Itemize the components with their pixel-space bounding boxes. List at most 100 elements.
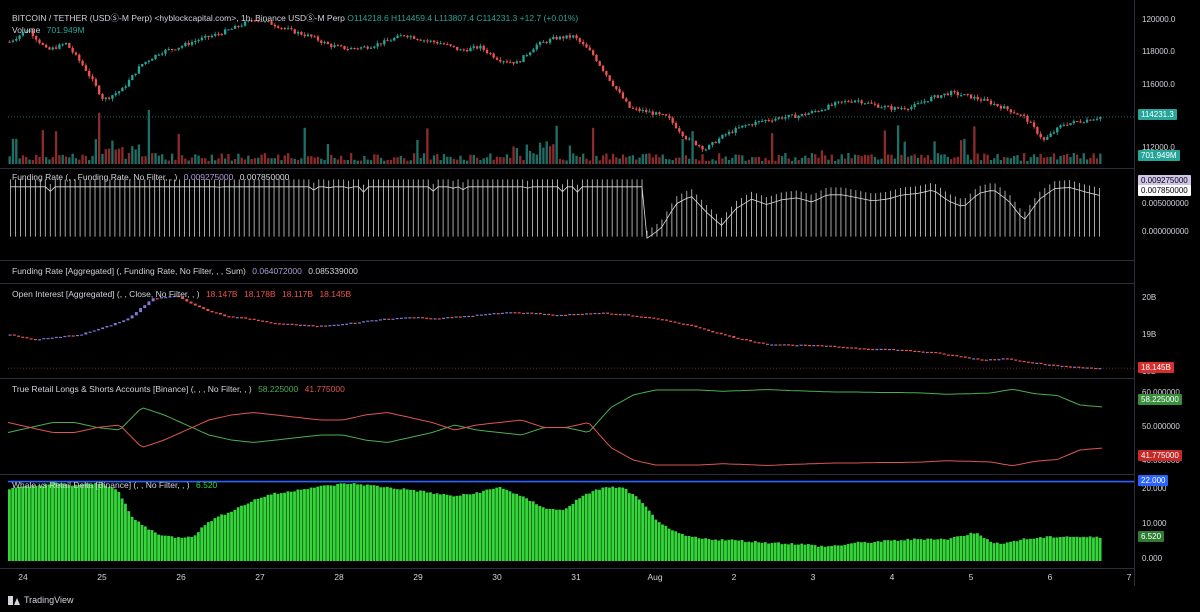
candle-body xyxy=(940,95,943,98)
volume-bar xyxy=(631,155,635,164)
delta-bar xyxy=(684,535,688,561)
delta-label[interactable]: Whale vs Retail Delta [Binance] (, , No … xyxy=(12,480,190,490)
candle-body xyxy=(890,106,893,110)
volume-bar xyxy=(439,160,442,164)
volume-bar xyxy=(151,153,154,164)
open-interest-candle xyxy=(736,337,740,340)
open-interest-candle xyxy=(370,320,374,322)
candle-body xyxy=(35,36,38,40)
volume-bar xyxy=(598,160,601,164)
candle-body xyxy=(959,95,963,97)
candle-body xyxy=(446,44,449,46)
funding-rate-label[interactable]: Funding Rate (, , Funding Rate, No Filte… xyxy=(12,172,177,182)
volume-bar xyxy=(578,156,582,164)
candle-body xyxy=(588,47,591,51)
delta-bar xyxy=(624,488,628,561)
delta-bar xyxy=(412,490,416,561)
retail-label[interactable]: True Retail Longs & Shorts Accounts [Bin… xyxy=(12,384,252,394)
volume-bar xyxy=(502,157,505,164)
delta-bar xyxy=(41,485,44,561)
candle-body xyxy=(495,57,499,60)
candle-body xyxy=(144,61,147,64)
delta-bar xyxy=(256,498,260,561)
delta-bar xyxy=(720,539,724,561)
volume-bar xyxy=(810,153,814,164)
volume-bar xyxy=(595,155,598,164)
candle-body xyxy=(58,44,61,49)
candle-body xyxy=(993,103,996,105)
price-axis-border xyxy=(1134,0,1135,586)
volume-bar xyxy=(787,158,790,164)
oi-value-h: 18.178B xyxy=(243,289,276,299)
open-interest-candle xyxy=(437,318,441,320)
candle-body xyxy=(383,40,386,45)
funding-agg-label[interactable]: Funding Rate [Aggregated] (, Funding Rat… xyxy=(12,266,246,276)
delta-bar xyxy=(1068,536,1072,561)
volume-bar xyxy=(107,148,111,164)
volume-bar xyxy=(621,154,625,164)
candle-body xyxy=(290,28,293,30)
volume-bar xyxy=(575,155,578,164)
open-interest-candle xyxy=(1005,358,1009,360)
volume-bar xyxy=(519,155,522,164)
volume-legend: Volume 701.949M xyxy=(12,25,85,35)
volume-bar xyxy=(1066,153,1069,164)
open-interest-label[interactable]: Open Interest [Aggregated] (, , Close, N… xyxy=(12,289,200,299)
candle-body xyxy=(416,38,419,40)
volume-bar xyxy=(313,157,316,164)
volume-bar xyxy=(648,153,651,164)
candle-body xyxy=(582,41,585,45)
footer-brand[interactable]: TradingView xyxy=(8,595,74,605)
open-interest-candle xyxy=(429,318,433,320)
candle-body xyxy=(625,98,628,102)
volume-label[interactable]: Volume xyxy=(12,25,40,35)
delta-bar xyxy=(485,489,489,561)
volume-bar xyxy=(144,156,147,164)
candle-body xyxy=(1029,121,1032,123)
open-interest-candle xyxy=(774,344,778,346)
candle-body xyxy=(1052,132,1056,134)
volume-bar xyxy=(1082,153,1085,164)
chart-canvas[interactable] xyxy=(0,0,1200,612)
open-interest-candle xyxy=(1035,362,1039,365)
volume-bar xyxy=(220,153,223,164)
delta-bar xyxy=(777,542,780,561)
open-interest-candle xyxy=(118,322,121,324)
time-axis-label: 28 xyxy=(334,572,344,582)
candle-body xyxy=(61,44,64,46)
candle-body xyxy=(227,29,230,31)
delta-bar xyxy=(213,518,217,561)
open-interest-candle xyxy=(614,313,618,316)
candle-body xyxy=(538,42,542,45)
volume-bar xyxy=(688,158,691,164)
open-interest-candle xyxy=(740,338,744,341)
volume-bar xyxy=(134,149,137,164)
candle-body xyxy=(916,103,920,105)
candle-body xyxy=(519,61,522,63)
delta-bar xyxy=(435,493,439,561)
delta-bar xyxy=(584,493,588,561)
candle-body xyxy=(873,103,877,105)
symbol-title[interactable]: BITCOIN / TETHER (USDⓈ-M Perp) <hyblockc… xyxy=(12,13,345,23)
delta-bar xyxy=(349,483,353,561)
delta-bar xyxy=(787,544,790,561)
open-interest-candle xyxy=(917,350,921,353)
delta-bar xyxy=(700,538,704,561)
delta-bar xyxy=(919,539,923,561)
delta-bar xyxy=(561,510,565,561)
delta-bar xyxy=(830,546,833,561)
delta-bar xyxy=(515,493,519,561)
oi-tag: 18.145B xyxy=(1138,362,1174,373)
open-interest-candle xyxy=(349,322,353,324)
delta-bar xyxy=(717,540,721,561)
open-interest-candle xyxy=(391,318,395,320)
candle-body xyxy=(989,100,993,105)
delta-bar xyxy=(1062,536,1066,561)
candle-body xyxy=(638,108,641,111)
volume-bar xyxy=(853,154,857,164)
delta-bar xyxy=(70,485,74,561)
volume-bar xyxy=(814,154,817,164)
candle-body xyxy=(727,131,731,135)
open-interest-candle xyxy=(475,314,479,316)
volume-bar xyxy=(1069,157,1072,164)
